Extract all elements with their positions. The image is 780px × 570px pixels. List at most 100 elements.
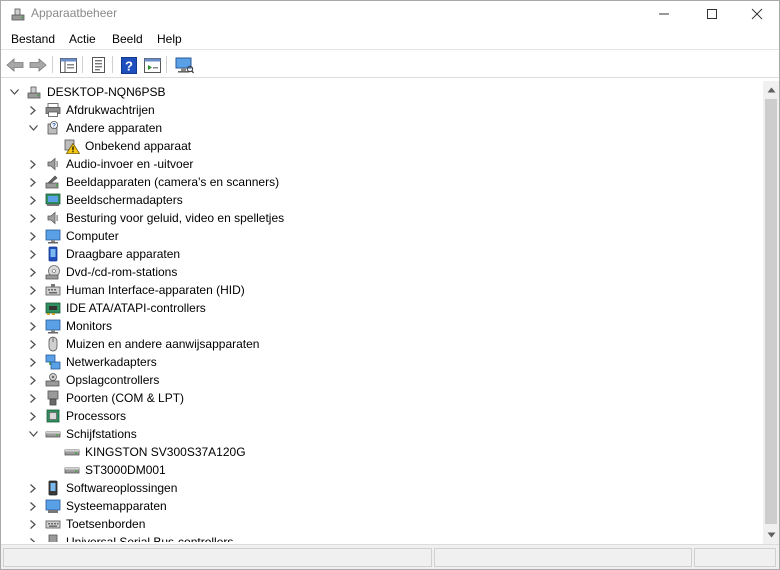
help-icon[interactable]: ? — [119, 55, 139, 75]
tree-item[interactable]: Monitors — [3, 317, 743, 335]
tree-item[interactable]: Beeldschermadapters — [3, 191, 743, 209]
tree-item[interactable]: Dvd-/cd-rom-stations — [3, 263, 743, 281]
expanded-chevron-icon[interactable] — [28, 425, 38, 443]
collapsed-chevron-icon[interactable] — [28, 515, 38, 533]
tree-item[interactable]: Opslagcontrollers — [3, 371, 743, 389]
collapsed-chevron-icon[interactable] — [28, 407, 38, 425]
tree-item-label: Universal Serial Bus-controllers — [66, 535, 234, 542]
tree-item-label: Netwerkadapters — [66, 355, 157, 369]
computer-root-icon — [26, 84, 42, 100]
printer-icon — [45, 102, 61, 118]
status-pane-right — [694, 548, 776, 567]
tree-item-label: Draagbare apparaten — [66, 247, 181, 261]
tree-item[interactable]: Afdrukwachtrijen — [3, 101, 743, 119]
tree-item[interactable]: Netwerkadapters — [3, 353, 743, 371]
network-adapter-icon — [45, 354, 61, 370]
tree-item[interactable]: Besturing voor geluid, video en spelletj… — [3, 209, 743, 227]
minimize-button[interactable] — [641, 1, 687, 27]
tree-item-label: ST3000DM001 — [85, 463, 166, 477]
collapsed-chevron-icon[interactable] — [28, 533, 38, 542]
collapsed-chevron-icon[interactable] — [28, 263, 38, 281]
expanded-chevron-icon[interactable] — [28, 119, 38, 137]
tree-item[interactable]: Poorten (COM & LPT) — [3, 389, 743, 407]
tree-item[interactable]: Beeldapparaten (camera's en scanners) — [3, 173, 743, 191]
menu-help[interactable]: Help — [157, 32, 182, 46]
tree-item-label: Audio-invoer en -uitvoer — [66, 157, 194, 171]
collapsed-chevron-icon[interactable] — [28, 299, 38, 317]
collapsed-chevron-icon[interactable] — [28, 173, 38, 191]
collapsed-chevron-icon[interactable] — [28, 191, 38, 209]
tree-item[interactable]: Universal Serial Bus-controllers — [3, 533, 743, 542]
tree-item[interactable]: ? Andere apparaten — [3, 119, 743, 137]
expanded-chevron-icon[interactable] — [9, 83, 19, 101]
tree-item-label: Schijfstations — [66, 427, 137, 441]
vertical-scrollbar[interactable] — [763, 81, 779, 544]
collapsed-chevron-icon[interactable] — [28, 227, 38, 245]
tree-item-label: Besturing voor geluid, video en spelletj… — [66, 211, 285, 225]
svg-text:?: ? — [125, 58, 133, 73]
collapsed-chevron-icon[interactable] — [28, 353, 38, 371]
collapsed-chevron-icon[interactable] — [28, 389, 38, 407]
scroll-up-icon[interactable] — [763, 82, 779, 98]
tree-item-label: Processors — [66, 409, 127, 423]
tree-root[interactable]: DESKTOP-NQN6PSB — [3, 83, 743, 101]
close-button[interactable] — [734, 1, 779, 27]
toolbar: ? — [1, 51, 779, 78]
scrollbar-thumb[interactable] — [765, 99, 777, 524]
collapsed-chevron-icon[interactable] — [28, 497, 38, 515]
tree-item[interactable]: Softwareoplossingen — [3, 479, 743, 497]
menu-bar: Bestand Actie Beeld Help — [1, 28, 779, 50]
status-bar — [1, 544, 779, 569]
collapsed-chevron-icon[interactable] — [28, 245, 38, 263]
storage-controller-icon — [45, 372, 61, 388]
tree-item[interactable]: ST3000DM001 — [3, 461, 743, 479]
forward-icon[interactable] — [28, 55, 48, 75]
tree-item-label: Opslagcontrollers — [66, 373, 160, 387]
warning-device-icon — [64, 138, 81, 154]
tree-item[interactable]: Draagbare apparaten — [3, 245, 743, 263]
menu-bestand[interactable]: Bestand — [11, 32, 55, 46]
collapsed-chevron-icon[interactable] — [28, 155, 38, 173]
toolbar-separator — [52, 56, 53, 73]
collapsed-chevron-icon[interactable] — [28, 281, 38, 299]
tree-item-label: Beeldapparaten (camera's en scanners) — [66, 175, 280, 189]
tree-item[interactable]: Systeemapparaten — [3, 497, 743, 515]
tree-item[interactable]: Muizen en andere aanwijsapparaten — [3, 335, 743, 353]
tree-item-label: Computer — [66, 229, 119, 243]
tree-item[interactable]: Computer — [3, 227, 743, 245]
tree-item[interactable]: Processors — [3, 407, 743, 425]
disk-drive-icon — [64, 444, 80, 460]
tree-item-label: Afdrukwachtrijen — [66, 103, 155, 117]
tree-item-label: Dvd-/cd-rom-stations — [66, 265, 178, 279]
collapsed-chevron-icon[interactable] — [28, 335, 38, 353]
tree-item-label: Monitors — [66, 319, 113, 333]
scroll-down-icon[interactable] — [763, 527, 779, 543]
maximize-button[interactable] — [689, 1, 735, 27]
tree-item[interactable]: Schijfstations — [3, 425, 743, 443]
update-driver-icon[interactable] — [88, 55, 108, 75]
camera-icon — [45, 174, 61, 190]
device-tree[interactable]: DESKTOP-NQN6PSB Afdrukwachtrijen ? Andere … — [3, 81, 763, 542]
properties-icon[interactable] — [58, 55, 78, 75]
collapsed-chevron-icon[interactable] — [28, 371, 38, 389]
tree-item[interactable]: Onbekend apparaat — [3, 137, 743, 155]
toolbar-separator — [112, 56, 113, 73]
status-pane-middle — [434, 548, 692, 567]
menu-actie[interactable]: Actie — [69, 32, 96, 46]
collapsed-chevron-icon[interactable] — [28, 101, 38, 119]
tree-item[interactable]: KINGSTON SV300S37A120G — [3, 443, 743, 461]
keyboard-icon — [45, 516, 61, 532]
back-icon[interactable] — [5, 55, 25, 75]
collapsed-chevron-icon[interactable] — [28, 209, 38, 227]
tree-item[interactable]: Human Interface-apparaten (HID) — [3, 281, 743, 299]
collapsed-chevron-icon[interactable] — [28, 479, 38, 497]
menu-beeld[interactable]: Beeld — [112, 32, 143, 46]
title-bar[interactable]: Apparaatbeheer — [1, 1, 779, 27]
console-icon[interactable] — [142, 55, 162, 75]
tree-item[interactable]: IDE ATA/ATAPI-controllers — [3, 299, 743, 317]
scan-hardware-icon[interactable] — [174, 55, 194, 75]
tree-item[interactable]: Toetsenborden — [3, 515, 743, 533]
collapsed-chevron-icon[interactable] — [28, 317, 38, 335]
tree-item[interactable]: Audio-invoer en -uitvoer — [3, 155, 743, 173]
svg-text:?: ? — [52, 123, 56, 130]
